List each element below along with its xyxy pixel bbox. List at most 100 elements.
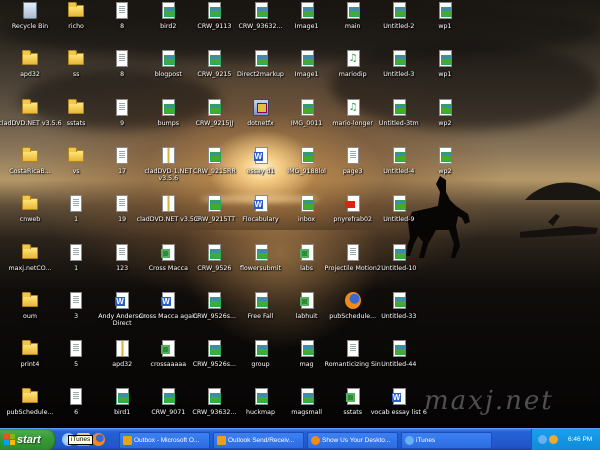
firefox-icon[interactable] xyxy=(92,433,105,446)
image-file-icon xyxy=(208,340,222,358)
folder-icon xyxy=(22,340,38,356)
image-file-icon xyxy=(208,291,222,309)
zip-archive-icon xyxy=(162,195,176,213)
start-label: start xyxy=(17,434,41,446)
audio-file-icon xyxy=(346,50,360,68)
excel-sheet-icon xyxy=(299,243,314,261)
folder-icon xyxy=(22,243,38,259)
image-file-icon xyxy=(162,2,176,19)
desktop-icon-label: wp2 xyxy=(438,167,452,175)
clock[interactable]: 6:46 PM xyxy=(568,429,592,450)
zip-archive-icon xyxy=(116,340,130,358)
taskbar-button-firefox[interactable]: Show Us Your Deskto... xyxy=(307,432,398,449)
desktop-icon-label: Untitled-9 xyxy=(383,216,415,224)
image-file-icon xyxy=(392,291,406,309)
itunes-tray-icon[interactable] xyxy=(538,435,547,444)
document-icon xyxy=(70,340,83,358)
folder-icon xyxy=(22,146,38,162)
excel-sheet-icon xyxy=(161,243,176,261)
outlook-icon xyxy=(123,436,132,445)
desktop-icon-label: wp1 xyxy=(438,23,452,30)
folder-icon xyxy=(68,50,85,66)
image-file-icon xyxy=(300,340,314,358)
document-icon xyxy=(346,340,359,358)
folder-icon xyxy=(68,2,85,17)
folder-icon xyxy=(22,388,38,404)
folder-icon xyxy=(68,146,85,162)
word-document-icon xyxy=(115,291,130,309)
outlook-icon xyxy=(217,436,226,445)
desktop-icon[interactable]: wp1 xyxy=(414,50,476,98)
document-icon xyxy=(70,388,83,406)
desktop-icon-label: Untitled-33 xyxy=(381,312,417,320)
system-tray: 6:46 PM xyxy=(531,429,600,450)
start-button[interactable]: start xyxy=(0,429,56,450)
document-icon xyxy=(116,243,129,261)
image-file-icon xyxy=(208,50,222,68)
document-icon xyxy=(116,98,129,116)
desktop-icon[interactable]: Untitled-44 xyxy=(368,340,430,388)
image-file-icon xyxy=(162,50,176,68)
desktop-icon-label: wp2 xyxy=(438,119,452,127)
desktop-icon[interactable]: Untitled-10 xyxy=(368,243,430,292)
image-file-icon xyxy=(208,146,222,164)
desktop-icon[interactable]: Untitled-9 xyxy=(368,195,430,243)
image-file-icon xyxy=(208,388,222,406)
document-icon xyxy=(70,243,83,261)
taskbar-button-label: Show Us Your Deskto... xyxy=(322,437,391,444)
document-icon xyxy=(70,291,83,309)
image-file-icon xyxy=(254,243,268,261)
image-file-icon xyxy=(438,98,452,116)
image-file-icon xyxy=(438,2,452,19)
wallpaper-driftwood xyxy=(520,226,598,238)
taskbar-button-outlook-send-receive[interactable]: Outlook Send/Receiv... xyxy=(213,432,304,449)
image-file-icon xyxy=(254,50,268,68)
audio-file-icon xyxy=(346,98,360,116)
image-file-icon xyxy=(254,340,268,358)
image-file-icon xyxy=(300,195,314,213)
image-file-icon xyxy=(208,98,222,116)
document-icon xyxy=(116,2,129,19)
excel-sheet-icon xyxy=(299,291,314,309)
desktop-icon[interactable]: wp2 xyxy=(414,146,476,195)
desktop-icon-label: Untitled-10 xyxy=(381,264,417,272)
desktop-icon[interactable]: wp2 xyxy=(414,98,476,147)
wallpaper-watermark: maxj.net xyxy=(424,386,554,416)
image-file-icon xyxy=(346,2,360,19)
installer-icon xyxy=(252,98,269,116)
folder-icon xyxy=(68,98,85,114)
zip-archive-icon xyxy=(162,146,176,164)
image-file-icon xyxy=(392,50,406,68)
desktop: maxj.net Recycle Bin apd32 cladDVD.NET v3.… xyxy=(0,0,600,428)
desktop-icon-label: Untitled-44 xyxy=(381,361,417,369)
image-file-icon xyxy=(208,243,222,261)
firefox-icon xyxy=(311,436,320,445)
document-icon xyxy=(116,50,129,68)
taskbar-button-itunes[interactable]: iTunes xyxy=(401,432,492,449)
wallpaper-island xyxy=(525,182,600,200)
image-file-icon xyxy=(300,50,314,68)
document-icon xyxy=(70,195,83,213)
desktop-icon[interactable]: Untitled-33 xyxy=(368,291,430,340)
folder-icon xyxy=(22,98,38,114)
itunes-icon xyxy=(405,436,414,445)
recycle-bin-icon xyxy=(23,2,37,19)
taskbar-button-label: Outbox - Microsoft O... xyxy=(134,437,200,444)
image-file-icon xyxy=(392,340,406,358)
outlook-tray-icon[interactable] xyxy=(549,435,558,444)
document-icon xyxy=(346,146,359,164)
image-file-icon xyxy=(392,146,406,164)
desktop-icon-label: wp1 xyxy=(438,71,452,79)
word-document-icon xyxy=(253,195,268,213)
desktop-icon[interactable]: wp1 xyxy=(414,2,476,50)
image-file-icon xyxy=(116,388,130,406)
desktop-icon-label: vocab essay list 6 xyxy=(370,409,427,417)
image-file-icon xyxy=(392,243,406,261)
taskbar-button-label: Outlook Send/Receiv... xyxy=(228,437,294,444)
taskbar-button-outbox[interactable]: Outbox - Microsoft O... xyxy=(119,432,210,449)
document-icon xyxy=(116,146,129,164)
image-file-icon xyxy=(254,388,268,406)
image-file-icon xyxy=(392,195,406,213)
desktop-icon[interactable]: vocab essay list 6 xyxy=(368,388,430,428)
excel-sheet-icon xyxy=(345,388,360,406)
